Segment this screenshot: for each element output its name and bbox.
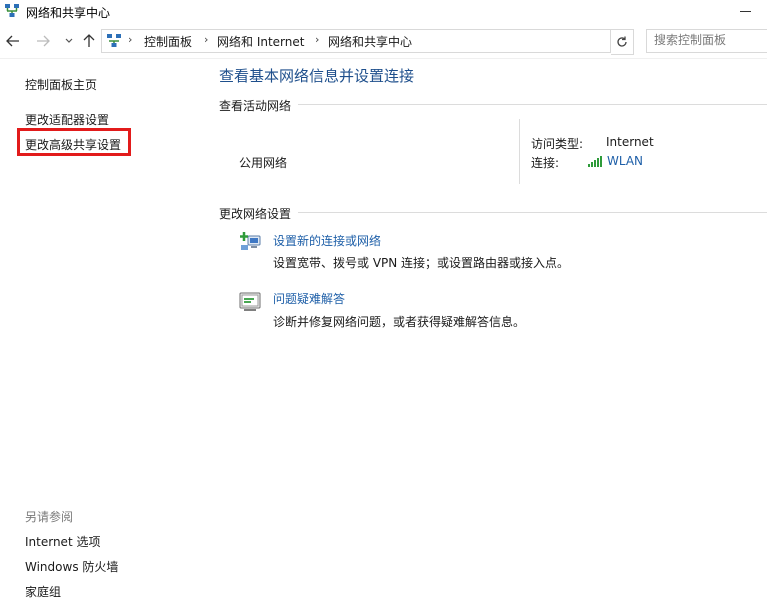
- minimize-button[interactable]: [734, 2, 758, 20]
- access-type-value: Internet: [606, 135, 654, 149]
- troubleshoot-link[interactable]: 问题疑难解答: [273, 290, 345, 307]
- section-divider: [298, 212, 767, 213]
- network-name: 公用网络: [239, 156, 288, 170]
- network-setup-icon: [240, 232, 261, 250]
- back-button[interactable]: [4, 32, 22, 50]
- network-center-icon: [5, 4, 19, 17]
- breadcrumb-control-panel[interactable]: 控制面板: [144, 33, 192, 50]
- chevron-right-icon[interactable]: ›: [204, 33, 208, 46]
- setup-new-connection-description: 设置宽带、拨号或 VPN 连接；或设置路由器或接入点。: [273, 256, 570, 270]
- active-networks-heading: 查看活动网络: [219, 99, 292, 113]
- highlight-box: [17, 128, 131, 156]
- refresh-button[interactable]: [611, 29, 634, 55]
- arrow-up-icon: [83, 34, 95, 47]
- change-settings-heading: 更改网络设置: [219, 207, 292, 221]
- forward-button[interactable]: [34, 32, 52, 50]
- address-bar[interactable]: › 控制面板 › 网络和 Internet › 网络和共享中心: [101, 29, 703, 53]
- wifi-signal-icon: [588, 156, 602, 167]
- see-also-homegroup[interactable]: 家庭组: [25, 583, 61, 600]
- refresh-icon: [617, 36, 627, 47]
- up-button[interactable]: [80, 32, 98, 50]
- see-also-windows-firewall[interactable]: Windows 防火墙: [25, 558, 118, 575]
- chevron-down-icon: [65, 38, 73, 43]
- chevron-right-icon[interactable]: ›: [128, 33, 132, 46]
- connection-wlan-link[interactable]: WLAN: [587, 154, 643, 168]
- see-also-internet-options[interactable]: Internet 选项: [25, 533, 100, 550]
- recent-locations-button[interactable]: [60, 32, 78, 50]
- page-title: 查看基本网络信息并设置连接: [219, 67, 415, 85]
- sidebar-item-change-adapter-settings[interactable]: 更改适配器设置: [25, 111, 109, 128]
- section-divider: [298, 104, 767, 105]
- breadcrumb-network-sharing-center[interactable]: 网络和共享中心: [328, 33, 412, 50]
- access-type-label: 访问类型:: [531, 137, 584, 151]
- troubleshoot-icon: [239, 292, 261, 311]
- setup-new-connection-link[interactable]: 设置新的连接或网络: [273, 232, 381, 249]
- network-divider: [519, 119, 520, 184]
- title-bar: 网络和共享中心: [0, 0, 767, 24]
- arrow-right-icon: [37, 35, 50, 47]
- troubleshoot-description: 诊断并修复网络问题，或者获得疑难解答信息。: [273, 315, 526, 329]
- control-panel-icon: [107, 34, 121, 47]
- breadcrumb-network-internet[interactable]: 网络和 Internet: [217, 33, 304, 50]
- connection-label: 连接:: [531, 156, 560, 170]
- connection-value[interactable]: WLAN: [607, 154, 643, 168]
- search-box[interactable]: [646, 29, 767, 53]
- search-input[interactable]: [647, 30, 767, 50]
- arrow-left-icon: [6, 35, 19, 47]
- sidebar-item-control-panel-home[interactable]: 控制面板主页: [25, 76, 97, 93]
- see-also-heading: 另请参阅: [25, 510, 74, 524]
- window-title: 网络和共享中心: [26, 6, 111, 20]
- chevron-right-icon[interactable]: ›: [315, 33, 319, 46]
